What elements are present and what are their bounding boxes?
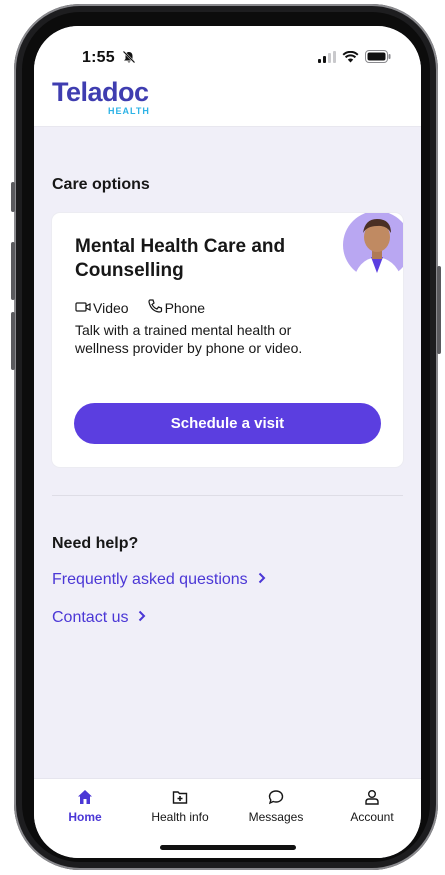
- messages-icon: [236, 789, 316, 807]
- signal-icon: [318, 50, 336, 68]
- chevron-right-icon: [138, 609, 146, 627]
- logo-subtext: HEALTH: [108, 106, 150, 116]
- care-options-heading: Care options: [52, 176, 150, 193]
- tab-account[interactable]: Account: [332, 789, 412, 824]
- mental-health-card[interactable]: Mental Health Care and Counselling Video…: [52, 213, 403, 467]
- app-screen: 1:55 Teladoc HEALTH Care options Mental …: [34, 26, 421, 858]
- card-description: Talk with a trained mental health or wel…: [75, 322, 303, 356]
- wifi-icon: [342, 50, 359, 68]
- schedule-visit-button[interactable]: Schedule a visit: [74, 403, 381, 444]
- tab-account-label: Account: [350, 810, 394, 824]
- account-icon: [332, 789, 412, 807]
- phone-icon: [147, 299, 163, 316]
- silent-bell-icon: [122, 50, 136, 69]
- chevron-right-icon: [258, 571, 266, 589]
- power-button: [437, 266, 441, 354]
- provider-avatar: [343, 213, 403, 283]
- video-icon: [75, 300, 91, 316]
- faq-link-label: Frequently asked questions: [52, 571, 248, 588]
- home-indicator: [160, 845, 296, 850]
- tab-home[interactable]: Home: [45, 789, 125, 824]
- tab-health-info[interactable]: Health info: [140, 789, 220, 824]
- app-header: Teladoc HEALTH: [34, 76, 421, 127]
- contact-us-link[interactable]: Contact us: [52, 609, 146, 627]
- faq-link[interactable]: Frequently asked questions: [52, 571, 266, 589]
- card-title: Mental Health Care and Counselling: [75, 236, 286, 281]
- logo-wordmark: Teladoc: [52, 77, 149, 107]
- status-bar: 1:55: [34, 26, 421, 76]
- phone-mode: Phone: [147, 299, 205, 316]
- status-icons: [318, 50, 391, 68]
- teladoc-logo: Teladoc HEALTH: [52, 77, 149, 116]
- home-icon: [45, 789, 125, 807]
- tab-home-label: Home: [68, 810, 102, 824]
- visit-modes: Video Phone: [75, 299, 205, 316]
- status-time: 1:55: [82, 49, 115, 66]
- tab-messages[interactable]: Messages: [236, 789, 316, 824]
- video-mode: Video: [75, 300, 129, 316]
- battery-icon: [365, 50, 391, 68]
- need-help-heading: Need help?: [52, 535, 139, 552]
- video-label: Video: [93, 299, 129, 316]
- phone-label: Phone: [164, 299, 206, 316]
- section-divider: [52, 495, 403, 496]
- health-info-icon: [140, 789, 220, 807]
- tab-messages-label: Messages: [248, 810, 304, 824]
- tab-health-info-label: Health info: [151, 810, 209, 824]
- mute-switch: [11, 182, 15, 212]
- contact-us-label: Contact us: [52, 609, 129, 626]
- volume-up-button: [11, 242, 15, 300]
- volume-down-button: [11, 312, 15, 370]
